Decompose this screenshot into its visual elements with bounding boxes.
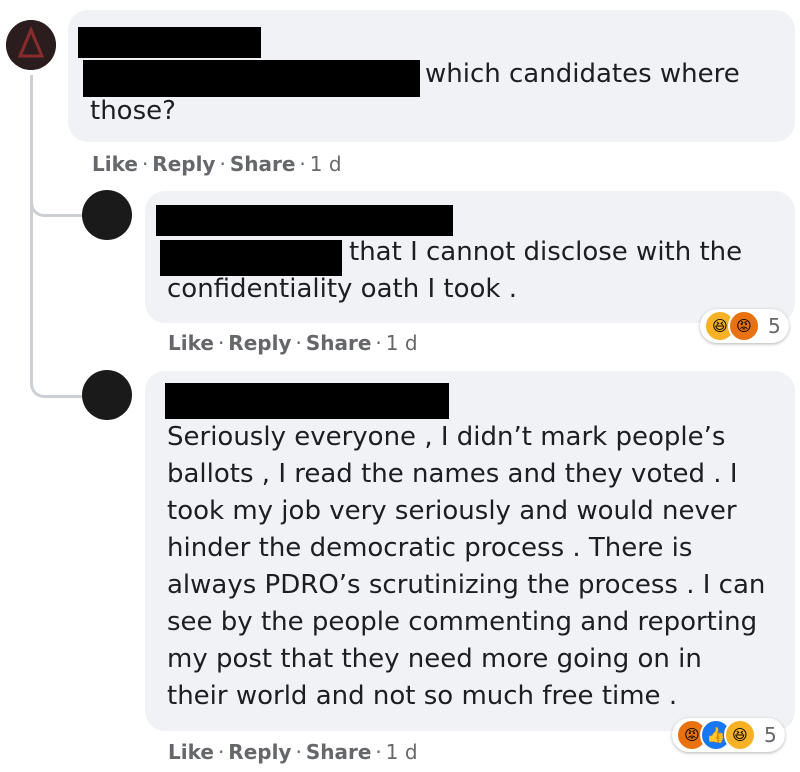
redacted-author-name [78, 27, 261, 58]
separator: · [295, 740, 302, 764]
comment-actions: Like · Reply · Share · 1 d [168, 331, 418, 355]
like-link[interactable]: Like [168, 740, 214, 764]
reaction-count: 5 [768, 314, 781, 338]
reactions-summary[interactable]: 😆 😡 5 [700, 309, 789, 343]
reply-link[interactable]: Reply [228, 331, 291, 355]
redacted-author-name [156, 205, 453, 236]
comment-text: Seriously everyone , I didn’t mark peopl… [167, 422, 766, 711]
redacted-author-name [165, 383, 449, 419]
comment-text: which candidates where those? [90, 59, 740, 126]
comment-actions: Like · Reply · Share · 1 d [168, 740, 418, 764]
avatar[interactable] [82, 190, 132, 240]
timestamp[interactable]: 1 d [310, 152, 342, 176]
separator: · [141, 152, 149, 176]
timestamp[interactable]: 1 d [386, 331, 418, 355]
avatar[interactable] [82, 370, 132, 420]
reply-link[interactable]: Reply [228, 740, 291, 764]
separator: · [219, 152, 226, 176]
share-link[interactable]: Share [306, 331, 372, 355]
share-link[interactable]: Share [230, 152, 296, 176]
reply-link[interactable]: Reply [152, 152, 215, 176]
thread-line [30, 75, 33, 375]
share-link[interactable]: Share [306, 740, 372, 764]
comment-bubble: Seriously everyone , I didn’t mark peopl… [145, 371, 795, 731]
reply-connector [30, 180, 83, 217]
avatar[interactable] [6, 20, 56, 70]
comment-bubble: that I cannot disclose with the confiden… [145, 191, 795, 323]
reactions-summary[interactable]: 😡 👍 😆 5 [672, 718, 785, 752]
comment-text: that I cannot disclose with the confiden… [167, 237, 743, 304]
like-link[interactable]: Like [92, 152, 138, 176]
separator: · [217, 740, 225, 764]
separator: · [375, 331, 382, 355]
separator: · [375, 740, 382, 764]
comment-actions: Like · Reply · Share · 1 d [92, 152, 342, 176]
timestamp[interactable]: 1 d [386, 740, 418, 764]
comment-bubble: which candidates where those? [68, 10, 795, 142]
haha-icon: 😆 [724, 719, 756, 751]
separator: · [295, 331, 302, 355]
separator: · [299, 152, 306, 176]
reaction-count: 5 [764, 723, 777, 747]
separator: · [217, 331, 225, 355]
angry-icon: 😡 [728, 310, 760, 342]
reply-connector [30, 340, 83, 398]
like-link[interactable]: Like [168, 331, 214, 355]
avatar-logo-icon [6, 20, 56, 70]
